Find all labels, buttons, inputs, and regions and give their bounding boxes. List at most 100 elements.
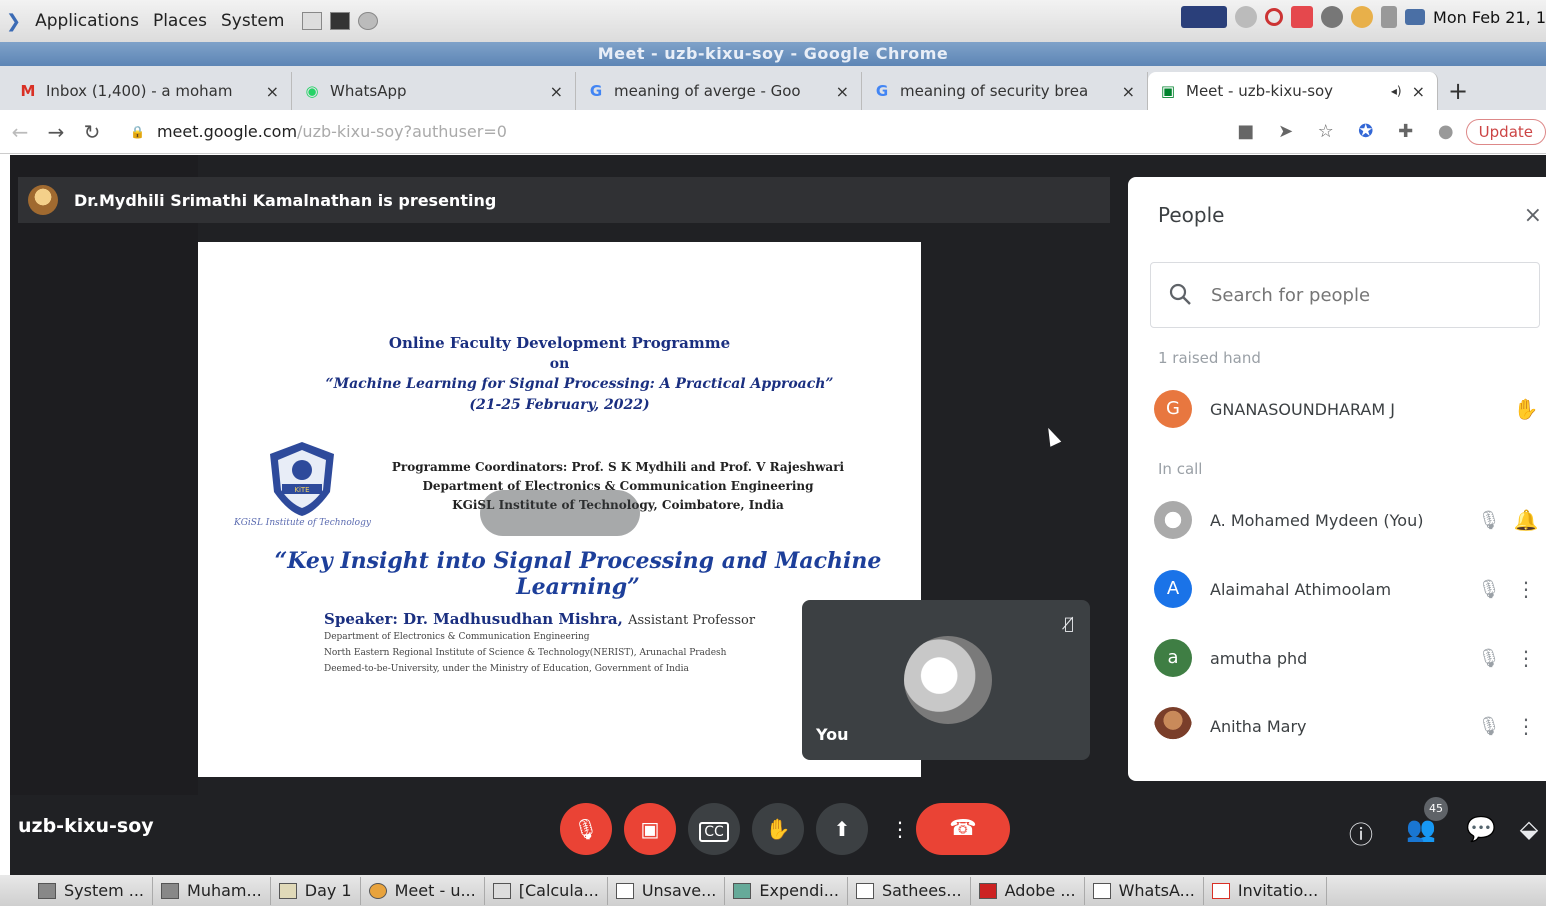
reload-icon[interactable]: ↻ — [74, 120, 110, 144]
more-options-icon[interactable]: ⋮ — [1506, 646, 1546, 670]
presentation-controls-overlay[interactable] — [480, 490, 640, 536]
speaker-institute: North Eastern Regional Institute of Scie… — [324, 648, 727, 658]
taskbar-label: [Calcula... — [518, 881, 599, 900]
participant-name: GNANASOUNDHARAM J — [1210, 399, 1395, 419]
launcher-icon[interactable] — [302, 12, 323, 30]
raise-hand-button[interactable]: ✋ — [752, 803, 804, 855]
taskbar-item[interactable]: WhatsA... — [1085, 876, 1204, 905]
network-icon[interactable] — [1405, 9, 1426, 25]
presenter-avatar — [28, 185, 58, 215]
weather-icon[interactable] — [1351, 6, 1374, 28]
taskbar-item[interactable]: System ... — [30, 876, 154, 905]
record-icon[interactable] — [1291, 6, 1314, 28]
tab-close-icon[interactable]: × — [1412, 82, 1425, 101]
tab-strip: M Inbox (1,400) - a moham × ◉ WhatsApp ×… — [0, 66, 1546, 110]
svg-text:KiTE: KiTE — [294, 486, 309, 494]
back-icon[interactable]: ← — [2, 120, 38, 144]
clock[interactable]: Mon Feb 21, 1 — [1433, 8, 1546, 27]
close-icon[interactable]: × — [1524, 203, 1542, 228]
tab-close-icon[interactable]: × — [836, 82, 849, 101]
participant-name: amutha phd — [1210, 648, 1308, 668]
tab-close-icon[interactable]: × — [266, 82, 279, 101]
end-call-button[interactable]: ☎ — [916, 803, 1010, 855]
tab-title: Meet - uzb-kixu-soy — [1186, 82, 1334, 100]
meeting-info-icon[interactable]: ⓘ — [1344, 815, 1378, 850]
extension-icon[interactable]: ✪ — [1346, 121, 1386, 142]
tab-title: meaning of security brea — [900, 82, 1089, 100]
more-options-button[interactable]: ⋮ — [880, 803, 920, 855]
participant-row[interactable]: A. Mohamed Mydeen (You) 🎙 🔔 — [1154, 495, 1546, 545]
lock-icon: 🔒 — [130, 124, 145, 139]
bookmark-star-icon[interactable]: ☆ — [1306, 121, 1346, 142]
volume-icon[interactable] — [1381, 6, 1398, 28]
slide-talk-title: “Key Insight into Signal Processing and … — [274, 548, 882, 600]
tab-meet[interactable]: ▣ Meet - uzb-kixu-soy ◂) × — [1148, 72, 1438, 110]
forward-icon[interactable]: → — [38, 120, 74, 144]
people-panel-title: People — [1158, 203, 1225, 227]
slide-on: on — [549, 356, 570, 372]
tab-close-icon[interactable]: × — [550, 82, 563, 101]
search-input[interactable] — [1211, 284, 1511, 306]
panel-launchers — [302, 12, 379, 30]
more-options-icon[interactable]: ⋮ — [1506, 577, 1546, 601]
participant-row[interactable]: G GNANASOUNDHARAM J ✋ — [1154, 384, 1546, 434]
meet-icon: ▣ — [1160, 82, 1176, 100]
bluetooth-icon[interactable] — [1321, 6, 1344, 28]
screen-icon[interactable] — [1181, 6, 1228, 28]
mic-off-button[interactable]: 🎙 — [560, 803, 612, 855]
self-video-tile[interactable]: You 🎙̸ — [802, 600, 1090, 760]
taskbar-item[interactable]: Expendi... — [725, 876, 848, 905]
url-path: /uzb-kixu-soy?authuser=0 — [297, 122, 507, 141]
activities-icon[interactable]: ⬙ — [1512, 815, 1546, 843]
tab-whatsapp[interactable]: ◉ WhatsApp × — [292, 72, 576, 110]
taskbar-item[interactable]: Sathees... — [848, 876, 971, 905]
slide-dates: (21-25 February, 2022) — [469, 397, 650, 413]
slide-program-title: “Machine Learning for Signal Processing:… — [325, 376, 834, 392]
slide-speaker: Speaker: Dr. Madhusudhan Mishra, Assista… — [324, 610, 755, 628]
share-icon[interactable]: ➤ — [1266, 121, 1306, 142]
people-search-field[interactable] — [1150, 262, 1540, 328]
present-button[interactable]: ⬆ — [816, 803, 868, 855]
camera-off-button[interactable]: ▣ — [624, 803, 676, 855]
taskbar-item[interactable]: Adobe ... — [971, 876, 1085, 905]
new-tab-button[interactable]: + — [1438, 72, 1478, 110]
gear-icon[interactable] — [1235, 6, 1258, 28]
taskbar-item[interactable]: Day 1 — [271, 876, 361, 905]
camera-icon[interactable]: ■ — [1226, 121, 1266, 142]
taskbar-item[interactable]: Invitatio... — [1204, 876, 1328, 905]
participant-row[interactable]: a amutha phd 🎙 ⋮ — [1154, 633, 1546, 683]
taskbar-item[interactable]: Muham... — [153, 876, 271, 905]
tab-google-search-1[interactable]: G meaning of averge - Goo × — [576, 72, 862, 110]
taskbar-item[interactable]: Unsave... — [608, 876, 726, 905]
chat-icon[interactable]: 💬 — [1464, 815, 1498, 843]
captions-button[interactable]: CC — [688, 803, 740, 855]
calculator-icon — [492, 882, 511, 899]
menu-system[interactable]: System — [221, 11, 284, 31]
whatsapp-icon: ◉ — [305, 82, 319, 100]
speaker-name: Speaker: Dr. Madhusudhan Mishra, — [324, 610, 623, 628]
address-bar[interactable]: 🔒 meet.google.com /uzb-kixu-soy?authuser… — [130, 122, 1226, 141]
puzzle-icon[interactable]: ✚ — [1386, 121, 1426, 142]
tab-close-icon[interactable]: × — [1122, 82, 1135, 101]
search-icon[interactable] — [1265, 8, 1284, 26]
taskbar-item[interactable]: [Calcula... — [485, 876, 608, 905]
profile-icon[interactable]: ● — [1426, 121, 1466, 142]
tab-google-search-2[interactable]: G meaning of security brea × — [862, 72, 1148, 110]
browser-icon[interactable] — [358, 12, 379, 30]
notification-bell-icon[interactable]: 🔔 — [1506, 508, 1546, 532]
menu-applications[interactable]: Applications — [35, 11, 139, 31]
tab-gmail[interactable]: M Inbox (1,400) - a moham × — [8, 72, 292, 110]
taskbar-item[interactable]: Meet - u... — [361, 876, 485, 905]
slide-heading: Online Faculty Development Programme — [388, 334, 731, 352]
menu-places[interactable]: Places — [153, 11, 207, 31]
tab-title: meaning of averge - Goo — [614, 82, 801, 100]
raised-hand-icon[interactable]: ✋ — [1506, 397, 1546, 421]
taskbar-label: Expendi... — [759, 881, 839, 900]
update-button[interactable]: Update — [1465, 118, 1546, 145]
meet-stage: Dr.Mydhili Srimathi Kamalnathan is prese… — [10, 155, 1546, 875]
participant-row[interactable]: Anitha Mary 🎙 ⋮ — [1154, 701, 1546, 751]
gnome-foot-icon[interactable]: ❯ — [6, 11, 21, 32]
terminal-icon[interactable] — [330, 12, 351, 30]
participant-row[interactable]: A Alaimahal Athimoolam 🎙 ⋮ — [1154, 564, 1546, 614]
more-options-icon[interactable]: ⋮ — [1506, 714, 1546, 738]
